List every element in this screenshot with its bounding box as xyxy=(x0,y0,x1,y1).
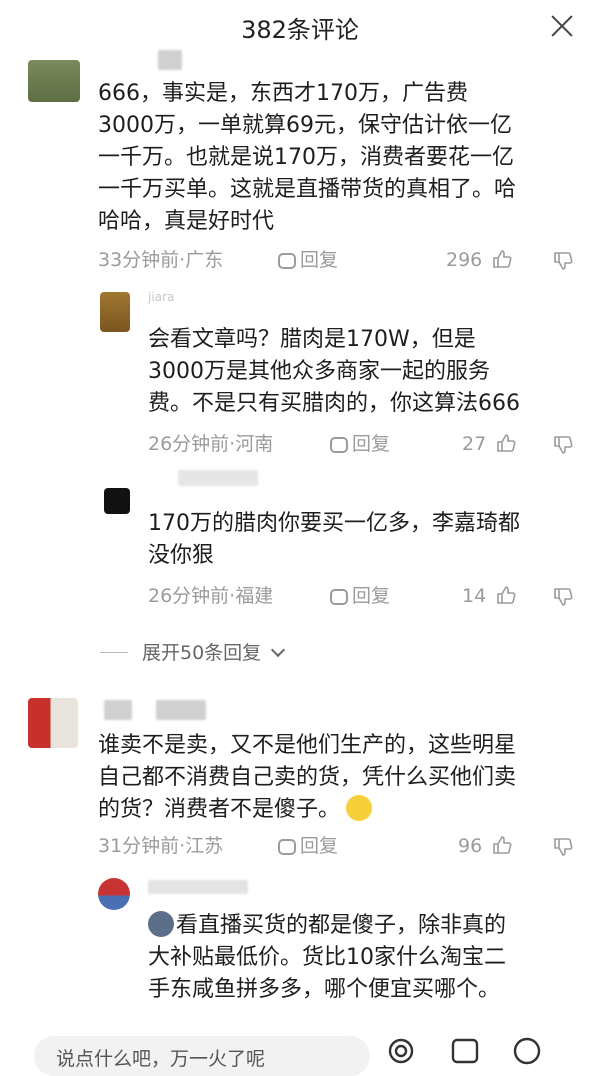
comment-input-bar: 说点什么吧，万一火了呢 xyxy=(0,1028,600,1076)
like-count: 27 xyxy=(462,433,487,455)
reply-button[interactable]: 回复 xyxy=(330,430,390,458)
husky-emoji-icon xyxy=(148,911,174,937)
chevron-down-icon xyxy=(271,642,286,658)
like-button[interactable]: 27 xyxy=(462,430,516,458)
reply-text: 看直播买货的都是傻子，除非真的 大补贴最低价。货比10家什么淘宝二 手东咸鱼拼多… xyxy=(148,911,507,1002)
like-button[interactable]: 14 xyxy=(462,582,516,610)
emoji-icon[interactable] xyxy=(512,1036,542,1066)
comment-count-title: 382条评论 xyxy=(241,16,359,44)
avatar[interactable] xyxy=(98,878,130,910)
comments-header: 382条评论 xyxy=(0,0,600,52)
comment-bubble-icon xyxy=(330,437,348,453)
avatar[interactable] xyxy=(100,292,130,332)
comment-text: 谁卖不是卖，又不是他们生产的，这些明星 自己都不消费自己卖的货，凭什么买他们卖 … xyxy=(98,733,517,822)
thumbs-down-icon[interactable] xyxy=(552,836,574,858)
thumbs-up-icon xyxy=(493,836,512,854)
comment-meta: 33分钟前·广东 xyxy=(98,249,224,271)
thumbs-up-icon xyxy=(497,434,516,452)
comment-input[interactable]: 说点什么吧，万一火了呢 xyxy=(34,1036,370,1076)
divider xyxy=(100,652,128,653)
comment-bubble-icon xyxy=(278,253,296,269)
username-blurred[interactable] xyxy=(178,470,258,486)
thumbs-down-icon[interactable] xyxy=(552,250,574,272)
thumbs-down-icon[interactable] xyxy=(552,586,574,608)
comment-text: 666，事实是，东西才170万，广告费 3000万，一单就算69元，保守估计依一… xyxy=(98,81,517,234)
image-icon[interactable] xyxy=(450,1036,480,1066)
like-count: 96 xyxy=(458,835,483,857)
reply-button[interactable]: 回复 xyxy=(278,832,338,860)
username-blurred[interactable] xyxy=(148,880,248,894)
smile-emoji-icon xyxy=(346,795,373,821)
username-blurred[interactable] xyxy=(104,700,132,720)
expand-replies-button[interactable]: 展开50条回复 xyxy=(100,638,286,665)
like-button[interactable]: 96 xyxy=(458,832,512,860)
at-icon[interactable] xyxy=(386,1036,416,1066)
reply-text: 170万的腊肉你要买一亿多，李嘉琦都 没你狠 xyxy=(148,511,520,568)
like-count: 14 xyxy=(462,585,487,607)
username-blurred[interactable] xyxy=(158,50,182,70)
reply-meta: 26分钟前·福建 xyxy=(148,585,274,607)
comment-bubble-icon xyxy=(278,839,296,855)
username[interactable]: jiara xyxy=(148,290,174,304)
reply-text: 会看文章吗？腊肉是170W，但是 3000万是其他众多商家一起的服务 费。不是只… xyxy=(148,327,520,416)
avatar[interactable] xyxy=(28,698,78,748)
avatar[interactable] xyxy=(104,488,130,514)
username-blurred[interactable] xyxy=(156,700,206,720)
avatar[interactable] xyxy=(28,60,80,102)
comment-meta: 31分钟前·江苏 xyxy=(98,835,224,857)
reply-button[interactable]: 回复 xyxy=(330,582,390,610)
thumbs-down-icon[interactable] xyxy=(552,434,574,456)
close-icon[interactable] xyxy=(548,12,576,40)
reply-meta: 26分钟前·河南 xyxy=(148,433,274,455)
reply-button[interactable]: 回复 xyxy=(278,246,338,274)
like-count: 296 xyxy=(446,249,483,271)
comment-bubble-icon xyxy=(330,589,348,605)
thumbs-up-icon xyxy=(493,250,512,268)
thumbs-up-icon xyxy=(497,586,516,604)
like-button[interactable]: 296 xyxy=(446,246,512,274)
